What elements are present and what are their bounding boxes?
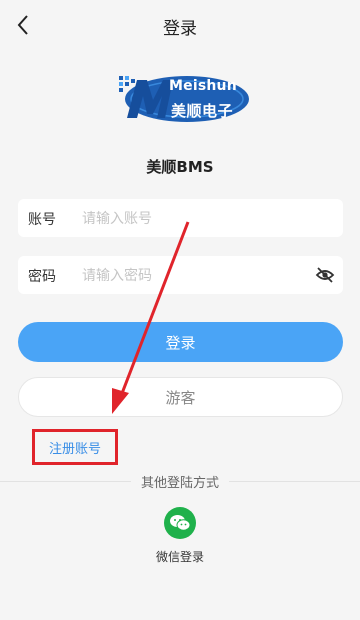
register-account-link[interactable]: 注册账号 xyxy=(32,429,118,465)
register-account-label: 注册账号 xyxy=(48,441,101,457)
guest-button[interactable]: 游客 xyxy=(18,377,343,417)
password-input[interactable] xyxy=(80,256,314,296)
password-visibility-toggle[interactable] xyxy=(315,266,335,284)
page-title: 登录 xyxy=(163,19,197,39)
other-login-heading: 其他登陆方式 xyxy=(0,472,360,491)
logo-text-cn: 美顺电子 xyxy=(171,102,234,120)
wechat-login-label: 微信登录 xyxy=(155,550,204,564)
brand-logo: Meishun 美顺电子 xyxy=(115,70,249,128)
account-field: 账号 xyxy=(18,199,343,239)
logo-text-en: Meishun xyxy=(169,78,237,94)
account-input[interactable] xyxy=(80,199,314,239)
app-name: 美顺BMS xyxy=(146,158,214,176)
other-login-label: 其他登陆方式 xyxy=(130,476,229,491)
wechat-login-button[interactable] xyxy=(164,507,196,539)
header-bar: 登录 xyxy=(0,0,360,50)
eye-off-icon xyxy=(315,267,335,283)
account-label: 账号 xyxy=(28,212,56,228)
login-button[interactable]: 登录 xyxy=(18,322,343,362)
wechat-icon xyxy=(170,515,191,531)
password-label: 密码 xyxy=(28,269,56,285)
password-field: 密码 xyxy=(18,256,343,296)
